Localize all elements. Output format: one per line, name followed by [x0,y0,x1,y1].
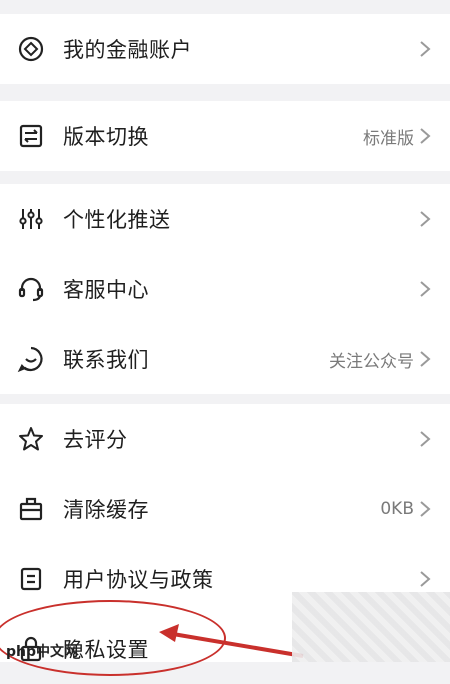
star-icon [17,425,45,453]
top-strip [0,0,450,14]
menu-item-label: 用户协议与政策 [63,568,214,592]
menu-item-label: 版本切换 [63,125,149,149]
menu-item-rate[interactable]: 去评分 [0,404,450,474]
chevron-right-icon [418,279,432,299]
menu-item-value: 0KB [380,499,414,519]
chevron-right-icon [418,39,432,59]
menu-item-value: 关注公众号 [329,351,414,372]
menu-item-label: 清除缓存 [63,498,149,522]
watermark-block [292,592,450,662]
menu-item-label: 客服中心 [63,278,149,302]
menu-item-label: 去评分 [63,428,128,452]
menu-item-clear-cache[interactable]: 清除缓存 0KB [0,474,450,544]
chevron-right-icon [418,569,432,589]
chevron-right-icon [418,209,432,229]
menu-group-version: 版本切换 标准版 [0,101,450,171]
finance-icon [17,35,45,63]
chat-icon [17,345,45,373]
menu-item-label: 联系我们 [63,348,149,372]
chevron-right-icon [418,126,432,146]
menu-item-value: 标准版 [363,128,414,149]
cache-icon [17,495,45,523]
chevron-right-icon [418,499,432,519]
menu-item-personalized-push[interactable]: 个性化推送 [0,184,450,254]
menu-item-label: 我的金融账户 [63,38,192,62]
menu-group-service: 个性化推送 客服中心 联系我们 关注公众号 [0,184,450,394]
menu-item-label: 个性化推送 [63,208,171,232]
watermark-logo: php中文网 [6,644,79,660]
document-icon [17,565,45,593]
menu-item-version-switch[interactable]: 版本切换 标准版 [0,101,450,171]
headset-icon [17,275,45,303]
menu-item-customer-service[interactable]: 客服中心 [0,254,450,324]
menu-item-finance-account[interactable]: 我的金融账户 [0,14,450,84]
sliders-icon [17,205,45,233]
chevron-right-icon [418,429,432,449]
menu-item-contact-us[interactable]: 联系我们 关注公众号 [0,324,450,394]
chevron-right-icon [418,349,432,369]
menu-group-finance: 我的金融账户 [0,14,450,84]
switch-icon [17,122,45,150]
